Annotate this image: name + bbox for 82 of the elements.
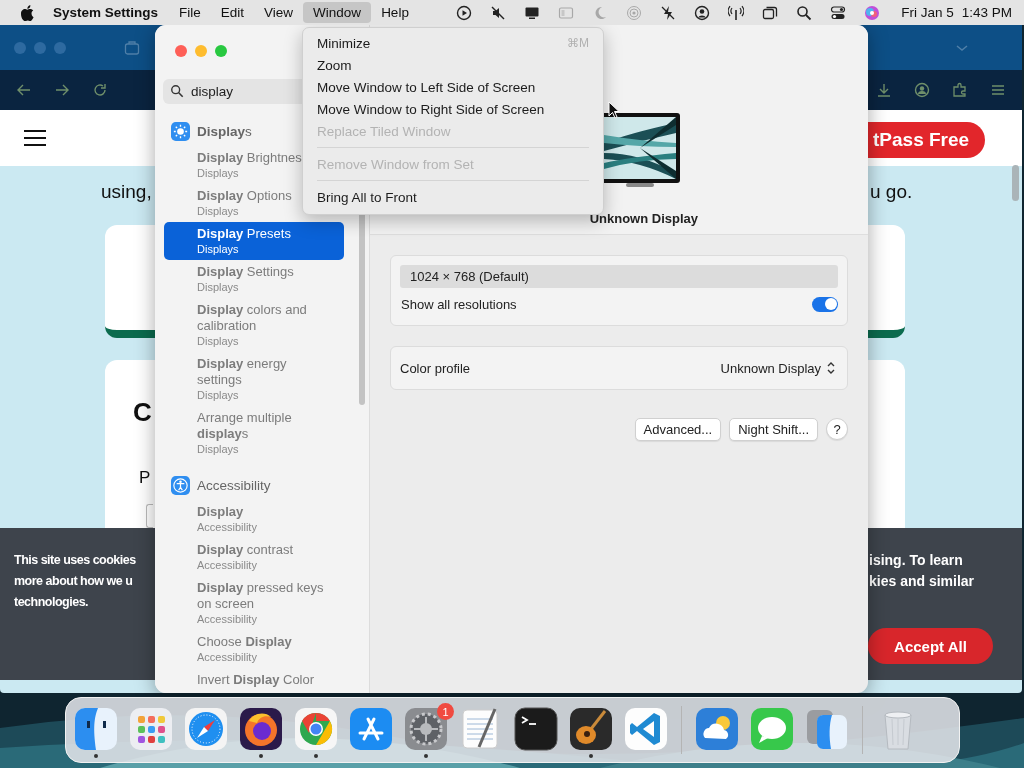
download-icon[interactable] xyxy=(876,82,892,98)
search-icon xyxy=(170,84,184,98)
sidebar-item[interactable]: Display pressed keys on screen Accessibility xyxy=(164,576,344,630)
cursor-icon xyxy=(608,101,620,119)
play-icon[interactable] xyxy=(456,4,473,21)
menu-icon[interactable] xyxy=(24,130,46,146)
menu-title[interactable]: File xyxy=(169,2,211,23)
two-tone-square-icon[interactable] xyxy=(74,707,118,751)
help-button[interactable]: ? xyxy=(826,418,848,440)
user-icon[interactable] xyxy=(694,4,711,21)
close-button[interactable] xyxy=(175,45,187,57)
a-shape-icon[interactable] xyxy=(349,707,393,751)
windows-icon[interactable] xyxy=(762,4,779,21)
sidebar-item[interactable]: Display energy settings Displays xyxy=(164,352,344,406)
menu-item[interactable]: Bring All to Front xyxy=(308,186,598,208)
push-button[interactable]: Night Shift... xyxy=(729,418,818,441)
forward-icon[interactable] xyxy=(54,82,70,98)
sidebar-item[interactable]: Display Accessibility xyxy=(164,500,344,538)
menu-item[interactable]: Zoom xyxy=(308,54,598,76)
sidebar-item[interactable]: Display Presets Displays xyxy=(164,222,344,260)
time-text[interactable]: 1:43 PM xyxy=(961,5,1012,20)
setting-label: Color profile xyxy=(400,360,471,376)
sidebar-section[interactable]: Accessibility xyxy=(197,477,271,493)
sidebar-item[interactable]: Display colors and calibration Displays xyxy=(164,298,344,352)
cookie-text: more about how we u xyxy=(14,573,134,590)
gear-icon[interactable] xyxy=(404,707,448,751)
orb-icon[interactable] xyxy=(864,4,881,21)
cookie-text: kies and similar xyxy=(869,572,975,591)
card-heading: C xyxy=(133,397,152,428)
intro-text: u go. xyxy=(870,181,913,203)
menu-title[interactable]: Help xyxy=(371,2,419,23)
accept-button[interactable]: Accept All xyxy=(868,628,993,664)
guitar-icon[interactable] xyxy=(569,707,613,751)
card-label: P xyxy=(139,468,151,488)
cookie-text: ising. To learn xyxy=(869,551,964,570)
sidebar-item[interactable]: Choose Display Accessibility xyxy=(164,630,344,668)
sidebar-item[interactable]: Display contrast Accessibility xyxy=(164,538,344,576)
menu-title[interactable]: Edit xyxy=(210,2,255,23)
popup-button[interactable]: Unknown Display xyxy=(714,358,838,378)
cloud-sun-icon[interactable] xyxy=(695,707,739,751)
sidebar-section[interactable]: Displays xyxy=(197,123,252,139)
scrollbar-thumb[interactable] xyxy=(1012,165,1019,201)
muted-speaker-icon[interactable] xyxy=(490,4,507,21)
resolution-option[interactable]: 1024 × 768 (Default) xyxy=(400,265,838,288)
reload-icon[interactable] xyxy=(92,82,108,98)
stacked-windows-icon[interactable] xyxy=(805,707,849,751)
compass-icon[interactable] xyxy=(184,707,228,751)
app-grid-icon[interactable] xyxy=(129,707,173,751)
search-icon[interactable] xyxy=(796,4,813,21)
up-down-chevron-icon xyxy=(826,361,836,375)
sidebar-item[interactable]: Invert Display Color xyxy=(164,668,344,692)
cookie-text: technologies. xyxy=(14,594,90,611)
menu-title[interactable]: Window xyxy=(303,2,372,23)
menu-item[interactable]: Minimize ⌘M xyxy=(308,32,598,54)
push-button[interactable]: Advanced... xyxy=(634,418,722,441)
terminal-icon[interactable] xyxy=(514,707,558,751)
accessibility-icon xyxy=(171,475,190,495)
app-name[interactable]: System Settings xyxy=(53,5,159,20)
sun-icon xyxy=(171,121,190,141)
notification-badge: 1 xyxy=(437,703,454,720)
date-text[interactable]: Fri Jan 5 xyxy=(901,5,954,20)
flame-globe-icon[interactable] xyxy=(239,707,283,751)
display-name: Unknown Display xyxy=(589,211,698,226)
ribbon-icon[interactable] xyxy=(624,707,668,751)
back-icon[interactable] xyxy=(16,82,32,98)
account-icon[interactable] xyxy=(914,82,930,98)
sidebar-item[interactable]: Arrange multiple displays Displays xyxy=(164,406,344,460)
setting-label: Show all resolutions xyxy=(401,296,517,312)
speech-bubble-icon[interactable] xyxy=(750,707,794,751)
cookie-text: This site uses cookies xyxy=(14,552,136,569)
cta-button[interactable]: tPass Free xyxy=(868,122,985,158)
sidebar-item[interactable]: Display Settings Displays xyxy=(164,260,344,298)
intro-text: using, xyxy=(101,181,152,203)
puzzle-icon[interactable] xyxy=(952,82,968,98)
slashed-bolt-icon[interactable] xyxy=(660,4,677,21)
toggles-icon[interactable] xyxy=(830,4,847,21)
toggle-switch[interactable] xyxy=(812,296,838,312)
input-field[interactable] xyxy=(146,504,153,528)
tab-overview-icon[interactable] xyxy=(124,39,140,56)
apple-logo-icon[interactable] xyxy=(20,4,34,21)
antenna-icon[interactable] xyxy=(728,4,745,21)
menu-title[interactable]: View xyxy=(254,2,304,23)
